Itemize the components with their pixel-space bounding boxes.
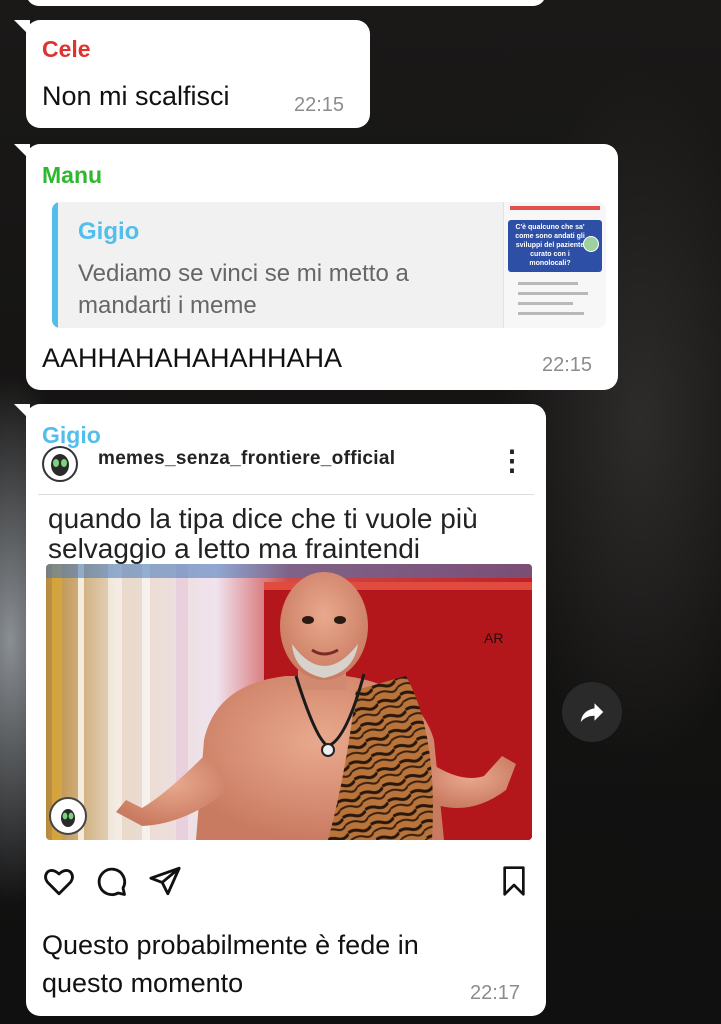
forward-button[interactable] (562, 682, 622, 742)
sender-name: Cele (42, 36, 91, 62)
message-text: Questo probabilmente è fede in questo mo… (42, 930, 419, 998)
bookmark-icon[interactable] (498, 864, 530, 898)
thumbnail-question-card: C'è qualcuno che sa' come sono andati gl… (508, 220, 602, 272)
instagram-avatar[interactable] (42, 446, 78, 482)
meme-image[interactable]: AR (46, 564, 532, 840)
thumbnail-logo (583, 236, 599, 252)
message-bubble-gigio[interactable]: Gigio memes_senza_frontiere_official ⋮ q… (14, 404, 546, 1016)
bubble-tail (14, 404, 30, 420)
message-bubble-manu[interactable]: Manu Gigio Vediamo se vinci se mi metto … (14, 144, 618, 390)
sender-name: Manu (42, 162, 103, 188)
instagram-post-header: memes_senza_frontiere_official ⋮ (38, 442, 534, 492)
thumbnail-line (518, 302, 573, 305)
previous-message-bubble[interactable] (26, 0, 546, 6)
message-bubble-cele[interactable]: Cele Non mi scalfisci 22:15 (14, 20, 370, 128)
send-icon[interactable] (148, 864, 182, 898)
message-time: 22:15 (294, 94, 345, 116)
meme-watermark: AR (484, 630, 504, 646)
message-time: 22:17 (470, 982, 521, 1004)
more-options-icon[interactable]: ⋮ (498, 444, 526, 477)
message-time: 22:15 (542, 354, 593, 376)
instagram-username[interactable]: memes_senza_frontiere_official (98, 448, 395, 470)
quote-sender: Gigio (78, 218, 140, 245)
thumbnail-line (518, 282, 578, 285)
forward-icon (580, 703, 604, 722)
heart-icon[interactable] (42, 864, 76, 898)
meme-caption: quando la tipa dice che ti vuole più sel… (48, 503, 478, 564)
bubble-tail (14, 144, 30, 160)
quoted-message[interactable]: Gigio Vediamo se vinci se mi metto a man… (52, 202, 606, 328)
instagram-actions (40, 864, 534, 904)
meme-photo-illustration (46, 564, 532, 840)
quote-accent-bar (52, 202, 58, 328)
bubble-tail (14, 20, 30, 36)
comment-icon[interactable] (94, 864, 128, 898)
quote-text: Vediamo se vinci se mi metto a mandarti … (78, 260, 409, 319)
message-text: Non mi scalfisci (42, 81, 230, 111)
alien-logo-icon (51, 454, 69, 476)
divider (38, 494, 534, 495)
thumbnail-line (518, 312, 584, 315)
quote-thumbnail: C'è qualcuno che sa' come sono andati gl… (503, 202, 606, 328)
message-text: AAHHAHAHAHAHHAHA (42, 343, 343, 373)
thumbnail-header-bar (510, 206, 600, 210)
thumbnail-line (518, 292, 588, 295)
